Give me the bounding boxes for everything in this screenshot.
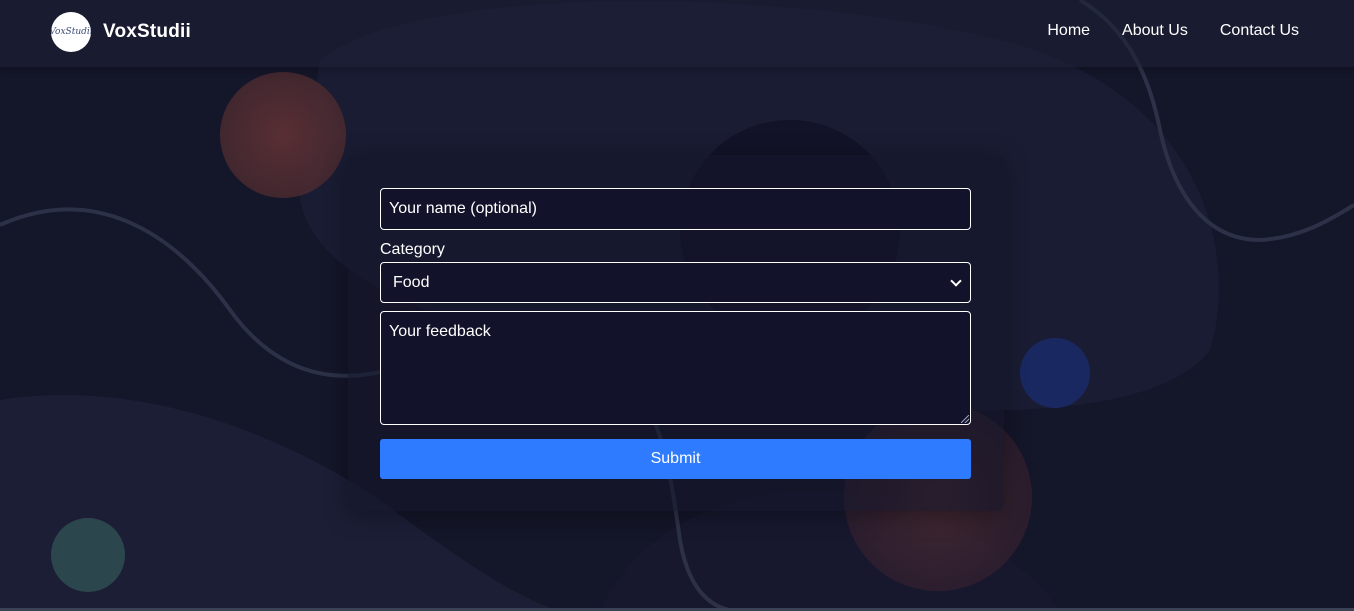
- category-label: Category: [380, 241, 445, 258]
- blue-bubble: [1020, 338, 1090, 408]
- feedback-textarea[interactable]: [380, 311, 971, 425]
- nav-home-link[interactable]: Home: [1047, 22, 1090, 40]
- brand-link[interactable]: VoxStudii VoxStudii: [51, 12, 191, 52]
- submit-button[interactable]: Submit: [380, 439, 971, 479]
- nav-contact-link[interactable]: Contact Us: [1220, 22, 1299, 40]
- page: VoxStudii VoxStudii Home About Us Contac…: [0, 0, 1354, 611]
- category-select[interactable]: Food: [380, 262, 971, 303]
- logo-text: VoxStudii: [51, 27, 91, 37]
- feedback-form-card: Category Food Submit: [348, 155, 1004, 511]
- chevron-down-icon: [950, 274, 962, 287]
- category-selected-value: Food: [393, 273, 430, 291]
- brand-name: VoxStudii: [103, 21, 192, 42]
- navbar: VoxStudii VoxStudii Home About Us Contac…: [0, 0, 1354, 67]
- nav-links: Home About Us Contact Us: [1015, 22, 1299, 40]
- orange-bubble: [220, 72, 346, 198]
- feedback-field-wrapper: [380, 311, 971, 425]
- name-input[interactable]: [380, 188, 971, 230]
- nav-about-link[interactable]: About Us: [1122, 22, 1188, 40]
- teal-bubble: [51, 518, 125, 592]
- brand-logo: VoxStudii: [51, 12, 91, 52]
